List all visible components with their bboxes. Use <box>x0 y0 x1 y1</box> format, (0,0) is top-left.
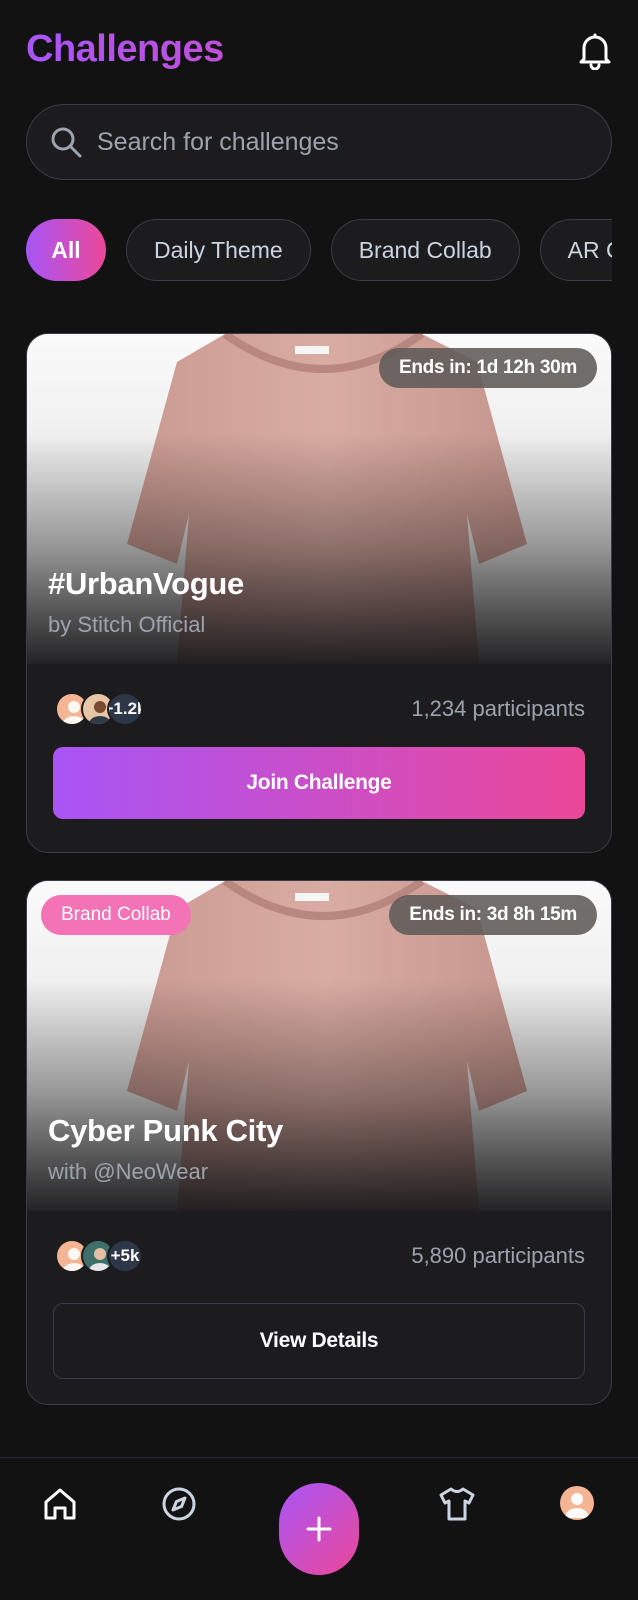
filter-chips: All Daily Theme Brand Collab AR C <box>26 219 612 281</box>
challenge-title: Cyber Punk City <box>48 1113 283 1148</box>
search-bar[interactable] <box>26 104 612 180</box>
profile-avatar[interactable] <box>560 1486 594 1520</box>
participant-avatars: +5k <box>55 1239 143 1273</box>
challenge-meta: +1.2k 1,234 participants <box>27 664 611 754</box>
plus-icon <box>306 1516 332 1542</box>
home-icon[interactable] <box>40 1484 80 1524</box>
filter-chip-all[interactable]: All <box>26 219 106 281</box>
tshirt-icon[interactable] <box>437 1484 477 1524</box>
avatar-more-count: +1.2k <box>107 692 143 726</box>
header: Challenges <box>26 28 612 78</box>
search-icon <box>51 127 82 158</box>
create-challenge-button[interactable] <box>279 1483 359 1575</box>
join-challenge-button[interactable]: Join Challenge <box>53 747 585 819</box>
challenge-host: with @NeoWear <box>48 1159 209 1184</box>
notification-bell-icon[interactable] <box>578 32 612 71</box>
participant-count: 5,890 participants <box>411 1243 585 1268</box>
challenge-host: by Stitch Official <box>48 612 206 637</box>
filter-chip-ar[interactable]: AR C <box>539 219 612 281</box>
countdown-badge: Ends in: 1d 12h 30m <box>378 348 597 388</box>
challenge-card[interactable]: Ends in: 1d 12h 30m #UrbanVogue by Stitc… <box>26 333 612 853</box>
search-input[interactable] <box>97 127 577 157</box>
countdown-badge: Ends in: 3d 8h 15m <box>389 895 597 935</box>
category-badge: Brand Collab <box>41 895 191 935</box>
view-details-button[interactable]: View Details <box>53 1303 585 1379</box>
compass-icon[interactable] <box>159 1484 199 1524</box>
filter-chip-daily-theme[interactable]: Daily Theme <box>126 219 311 281</box>
bottom-nav <box>0 1457 638 1600</box>
challenge-card[interactable]: Brand Collab Ends in: 3d 8h 15m Cyber Pu… <box>26 880 612 1405</box>
participant-count: 1,234 participants <box>411 696 585 721</box>
participant-avatars: +1.2k <box>55 692 143 726</box>
challenge-title: #UrbanVogue <box>48 566 244 601</box>
challenge-meta: +5k 5,890 participants <box>27 1211 611 1301</box>
filter-chip-brand-collab[interactable]: Brand Collab <box>330 219 520 281</box>
challenge-image: Ends in: 1d 12h 30m #UrbanVogue by Stitc… <box>27 334 611 664</box>
avatar-more-count: +5k <box>107 1239 143 1273</box>
page-title: Challenges <box>26 28 612 71</box>
challenge-image: Brand Collab Ends in: 3d 8h 15m Cyber Pu… <box>27 881 611 1211</box>
